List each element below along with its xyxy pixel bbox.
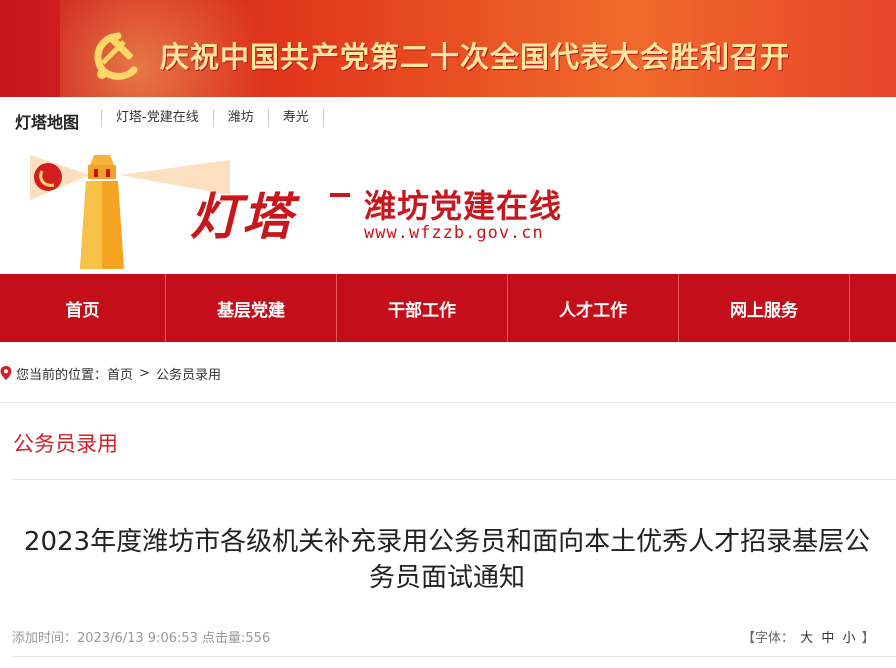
breadcrumb: 您当前的位置： 首页 > 公务员录用 (0, 356, 221, 390)
site-name: 潍坊党建在线 (364, 187, 563, 225)
article-meta: 添加时间：2023/6/13 9:06:53 点击量:556 (12, 631, 271, 646)
font-size-label: 【字体： (742, 631, 795, 646)
nav-item-services[interactable]: 网上服务 (679, 274, 850, 342)
site-bar: 灯塔地图 灯塔-党建在线 潍坊 寿光 (0, 97, 896, 141)
font-size-control: 【字体： 大 中 小 】 (742, 627, 875, 646)
font-size-close: 】 (861, 631, 875, 646)
brand-logo-text: 灯塔 (190, 187, 294, 246)
site-link-weifang[interactable]: 潍坊 (212, 109, 268, 127)
logo-dash (330, 193, 350, 197)
nav-item-cadre[interactable]: 干部工作 (337, 274, 508, 342)
font-size-medium[interactable]: 中 (821, 631, 834, 646)
banner-slogan: 庆祝中国共产党第二十次全国代表大会胜利召开 (160, 40, 791, 74)
divider (0, 402, 896, 403)
nav-item-talent[interactable]: 人才工作 (508, 274, 679, 342)
nav-item-home[interactable]: 首页 (0, 274, 166, 342)
location-pin-icon (0, 366, 12, 380)
sitemap-link[interactable]: 灯塔地图 (15, 109, 79, 133)
divider (12, 479, 896, 480)
site-link-shouguang[interactable]: 寿光 (267, 109, 324, 127)
font-size-small[interactable]: 小 (842, 631, 855, 646)
section-title: 公务员录用 (13, 432, 118, 456)
site-url: www.wfzzb.gov.cn (364, 223, 544, 243)
article-title: 2023年度潍坊市各级机关补充录用公务员和面向本土优秀人才招录基层公务员面试通知 (23, 527, 871, 593)
nav-item-grassroots[interactable]: 基层党建 (166, 274, 337, 342)
font-size-large[interactable]: 大 (800, 631, 813, 646)
site-links: 灯塔-党建在线 潍坊 寿光 (101, 109, 324, 127)
breadcrumb-current[interactable]: 公务员录用 (156, 364, 221, 383)
top-banner: 庆祝中国共产党第二十次全国代表大会胜利召开 (0, 0, 896, 97)
site-header-logo[interactable]: 灯塔 潍坊党建在线 www.wfzzb.gov.cn (0, 141, 896, 274)
breadcrumb-separator: > (139, 365, 150, 381)
breadcrumb-home[interactable]: 首页 (107, 364, 133, 383)
lighthouse-icon (80, 155, 124, 269)
divider (12, 656, 896, 657)
breadcrumb-prefix: 您当前的位置： (16, 367, 108, 383)
main-nav: 首页 基层党建 干部工作 人才工作 网上服务 (0, 274, 896, 342)
hammer-sickle-icon (94, 32, 138, 80)
site-link-dengta[interactable]: 灯塔-党建在线 (101, 109, 213, 127)
